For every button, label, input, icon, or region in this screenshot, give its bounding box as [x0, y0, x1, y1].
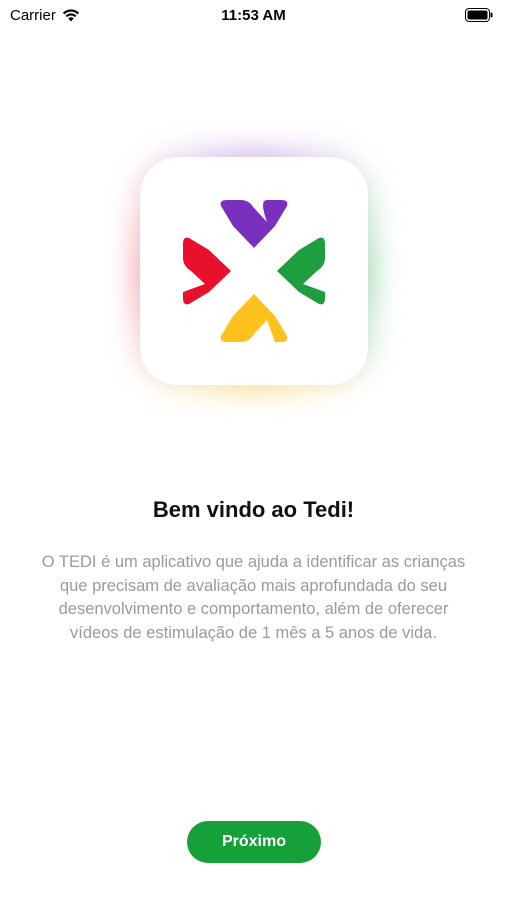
- logo-container: [126, 143, 382, 399]
- wifi-icon: [62, 8, 80, 22]
- logo-bottom-chevron: [220, 294, 288, 342]
- logo-left-chevron: [183, 237, 231, 305]
- battery-full-icon: [465, 8, 493, 22]
- next-button[interactable]: Próximo: [187, 821, 321, 863]
- tedi-logo-icon: [183, 200, 325, 342]
- logo-right-chevron: [277, 237, 325, 305]
- status-bar: Carrier 11:53 AM: [0, 0, 507, 30]
- status-time: 11:53 AM: [221, 6, 286, 24]
- app-logo-card: [140, 157, 368, 385]
- logo-top-chevron: [220, 200, 288, 248]
- welcome-description: O TEDI é um aplicativo que ajuda a ident…: [41, 553, 466, 642]
- welcome-title: Bem vindo ao Tedi!: [152, 497, 355, 522]
- carrier-label: Carrier: [10, 6, 56, 24]
- status-left: Carrier: [10, 7, 80, 24]
